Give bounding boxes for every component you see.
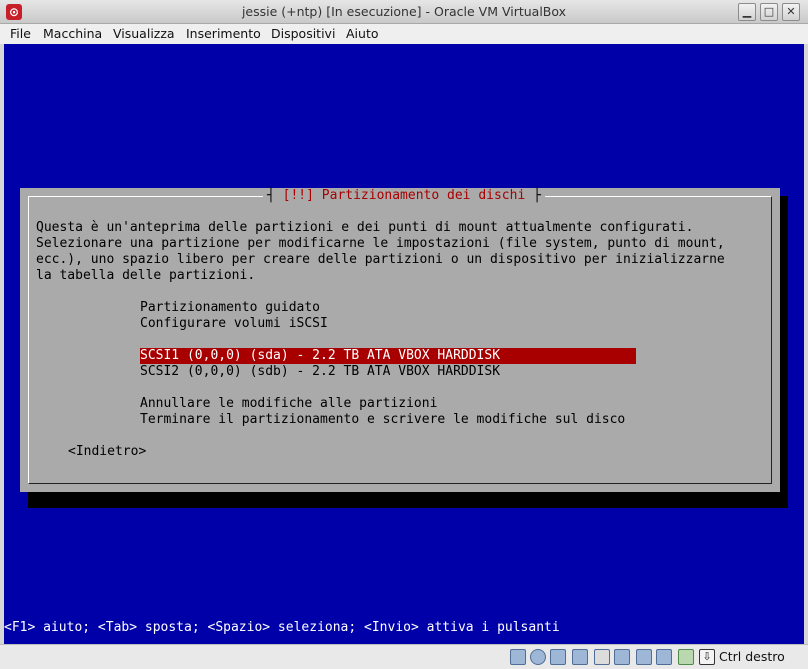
usb-icon[interactable] <box>550 649 566 665</box>
option-finish-partitioning[interactable]: Terminare il partizionamento e scrivere … <box>140 412 625 428</box>
option-undo-changes[interactable]: Annullare le modifiche alle partizioni <box>140 396 437 412</box>
network-icon[interactable] <box>636 649 652 665</box>
back-button[interactable]: <Indietro> <box>68 444 146 460</box>
description-line: Questa è un'anteprima delle partizioni e… <box>36 220 694 235</box>
option-guided-partitioning[interactable]: Partizionamento guidato <box>140 300 320 316</box>
help-line: <F1> aiuto; <Tab> sposta; <Spazio> selez… <box>4 620 560 635</box>
hard-disk-icon[interactable] <box>510 649 526 665</box>
maximize-icon[interactable]: □ <box>760 3 778 21</box>
host-key-label: Ctrl destro <box>719 649 785 664</box>
option-iscsi-volumes[interactable]: Configurare volumi iSCSI <box>140 316 328 332</box>
description-line: Selezionare una partizione per modificar… <box>36 236 725 251</box>
close-icon[interactable]: ✕ <box>782 3 800 21</box>
menu-inserimento[interactable]: Inserimento <box>186 26 261 41</box>
option-disk-sdb[interactable]: SCSI2 (0,0,0) (sdb) - 2.2 TB ATA VBOX HA… <box>140 364 500 380</box>
vbox-statusbar: ⇩ Ctrl destro <box>0 644 808 669</box>
description-line: ecc.), uno spazio libero per creare dell… <box>36 252 725 267</box>
window-titlebar: ⊙ jessie (+ntp) [In esecuzione] - Oracle… <box>0 0 808 24</box>
vm-screen[interactable]: ┤ [!!] Partizionamento dei dischi ├ Ques… <box>4 44 804 644</box>
edit-icon[interactable] <box>572 649 588 665</box>
description-line: la tabella delle partizioni. <box>36 268 256 283</box>
menu-aiuto[interactable]: Aiuto <box>346 26 379 41</box>
option-disk-sda-selected[interactable]: SCSI1 (0,0,0) (sda) - 2.2 TB ATA VBOX HA… <box>140 348 636 364</box>
menu-dispositivi[interactable]: Dispositivi <box>271 26 335 41</box>
usb-device-icon[interactable] <box>656 649 672 665</box>
window-title: jessie (+ntp) [In esecuzione] - Oracle V… <box>241 4 567 19</box>
floppy-icon[interactable] <box>594 649 610 665</box>
display-icon[interactable] <box>614 649 630 665</box>
menu-visualizza[interactable]: Visualizza <box>113 26 175 41</box>
minimize-icon[interactable]: ▁ <box>738 3 756 21</box>
menu-file[interactable]: File <box>10 26 31 41</box>
optical-drive-icon[interactable] <box>530 649 546 665</box>
dialog-title: ┤ [!!] Partizionamento dei dischi ├ <box>263 188 545 204</box>
capture-icon[interactable]: ⇩ <box>699 649 715 665</box>
menu-macchina[interactable]: Macchina <box>43 26 102 41</box>
menu-bar: File Macchina Visualizza Inserimento Dis… <box>0 24 808 44</box>
shared-folder-icon[interactable] <box>678 649 694 665</box>
